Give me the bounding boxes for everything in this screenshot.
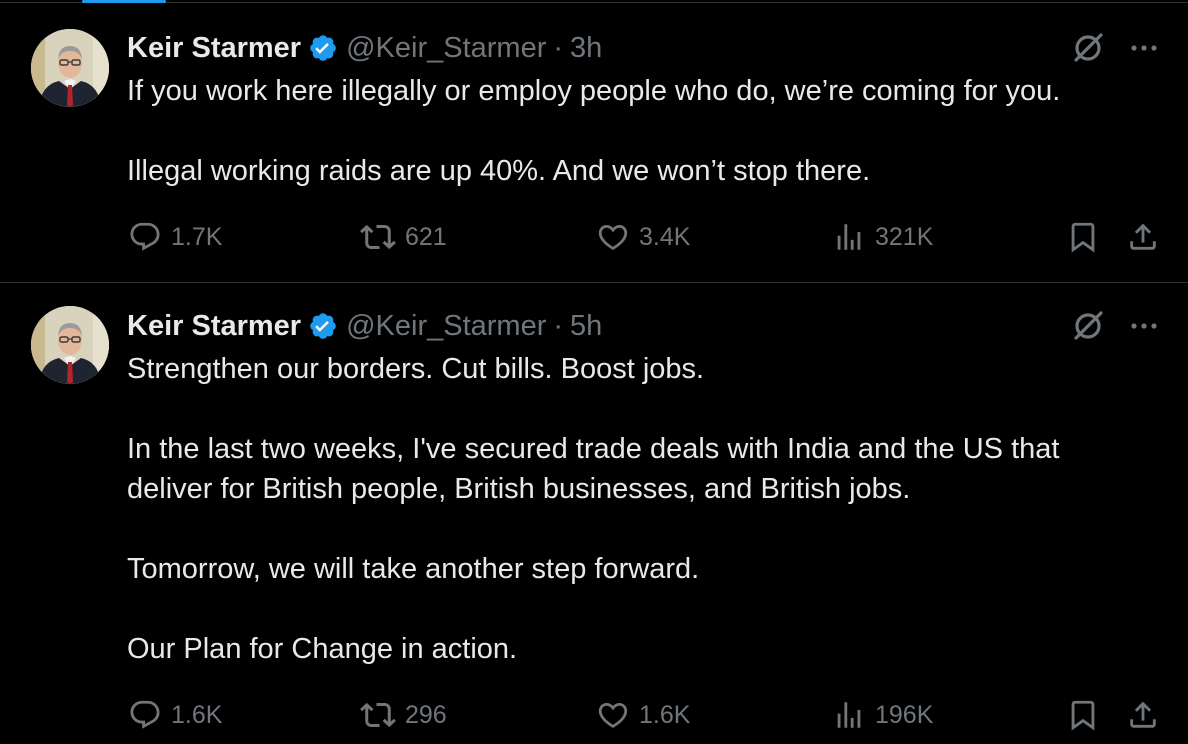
avatar[interactable] [31,306,109,384]
repost-icon [360,697,396,733]
repost-button[interactable]: 296 [360,695,447,735]
reply-button[interactable]: 1.6K [128,695,222,735]
share-icon [1126,220,1160,254]
reply-count: 1.6K [171,700,223,729]
verified-badge-icon[interactable] [308,33,338,63]
grok-icon[interactable] [1071,31,1105,65]
separator-dot: · [553,309,564,342]
reply-count: 1.7K [171,222,223,251]
more-icon[interactable] [1128,32,1160,64]
tweet-paragraph: Illegal working raids are up 40%. And we… [127,155,871,187]
tweet-paragraph: Strengthen our borders. Cut bills. Boost… [127,353,705,385]
timestamp[interactable]: 3h [570,32,602,65]
author-handle[interactable]: @Keir_Starmer [346,32,546,65]
like-icon [596,698,630,732]
share-button[interactable] [1126,695,1160,735]
repost-count: 621 [405,222,447,251]
tweet-paragraph: Tomorrow, we will take another step forw… [127,553,700,585]
tweet-paragraph: In the last two weeks, I've secured trad… [127,433,1060,505]
author-handle[interactable]: @Keir_Starmer [346,310,546,343]
tweet-text: Strengthen our borders. Cut bills. Boost… [127,349,1147,669]
tweet-header: Keir Starmer @Keir_Starmer · 3h [127,28,602,68]
tweet-header: Keir Starmer @Keir_Starmer · 5h [127,306,602,346]
more-icon[interactable] [1128,310,1160,342]
action-bar: 1.6K 296 1.6K 196K [0,695,1188,735]
tweet-paragraph: Our Plan for Change in action. [127,633,518,665]
bookmark-icon [1066,220,1100,254]
bookmark-icon [1066,698,1100,732]
action-bar: 1.7K 621 3.4K 321K [0,217,1188,257]
timestamp[interactable]: 5h [570,310,602,343]
like-icon [596,220,630,254]
views-count: 196K [875,700,934,729]
views-icon [832,698,866,732]
avatar[interactable] [31,29,109,107]
separator-dot: · [553,31,564,64]
bookmark-button[interactable] [1066,695,1100,735]
share-button[interactable] [1126,217,1160,257]
views-button[interactable]: 321K [832,217,933,257]
like-count: 3.4K [639,222,691,251]
like-count: 1.6K [639,700,691,729]
author-name[interactable]: Keir Starmer [127,310,301,343]
grok-icon[interactable] [1071,309,1105,343]
like-button[interactable]: 1.6K [596,695,690,735]
views-button[interactable]: 196K [832,695,933,735]
reply-button[interactable]: 1.7K [128,217,222,257]
verified-badge-icon[interactable] [308,311,338,341]
reply-icon [128,698,162,732]
views-count: 321K [875,222,934,251]
repost-count: 296 [405,700,447,729]
like-button[interactable]: 3.4K [596,217,690,257]
author-name[interactable]: Keir Starmer [127,32,301,65]
bookmark-button[interactable] [1066,217,1100,257]
repost-button[interactable]: 621 [360,217,447,257]
repost-icon [360,219,396,255]
share-icon [1126,698,1160,732]
tweet[interactable]: Keir Starmer @Keir_Starmer · 5h Strength… [0,283,1188,744]
tweet-text: If you work here illegally or employ peo… [127,71,1147,191]
tweet[interactable]: Keir Starmer @Keir_Starmer · 3h If you w… [0,3,1188,283]
reply-icon [128,220,162,254]
tweet-paragraph: If you work here illegally or employ peo… [127,75,1061,107]
views-icon [832,220,866,254]
